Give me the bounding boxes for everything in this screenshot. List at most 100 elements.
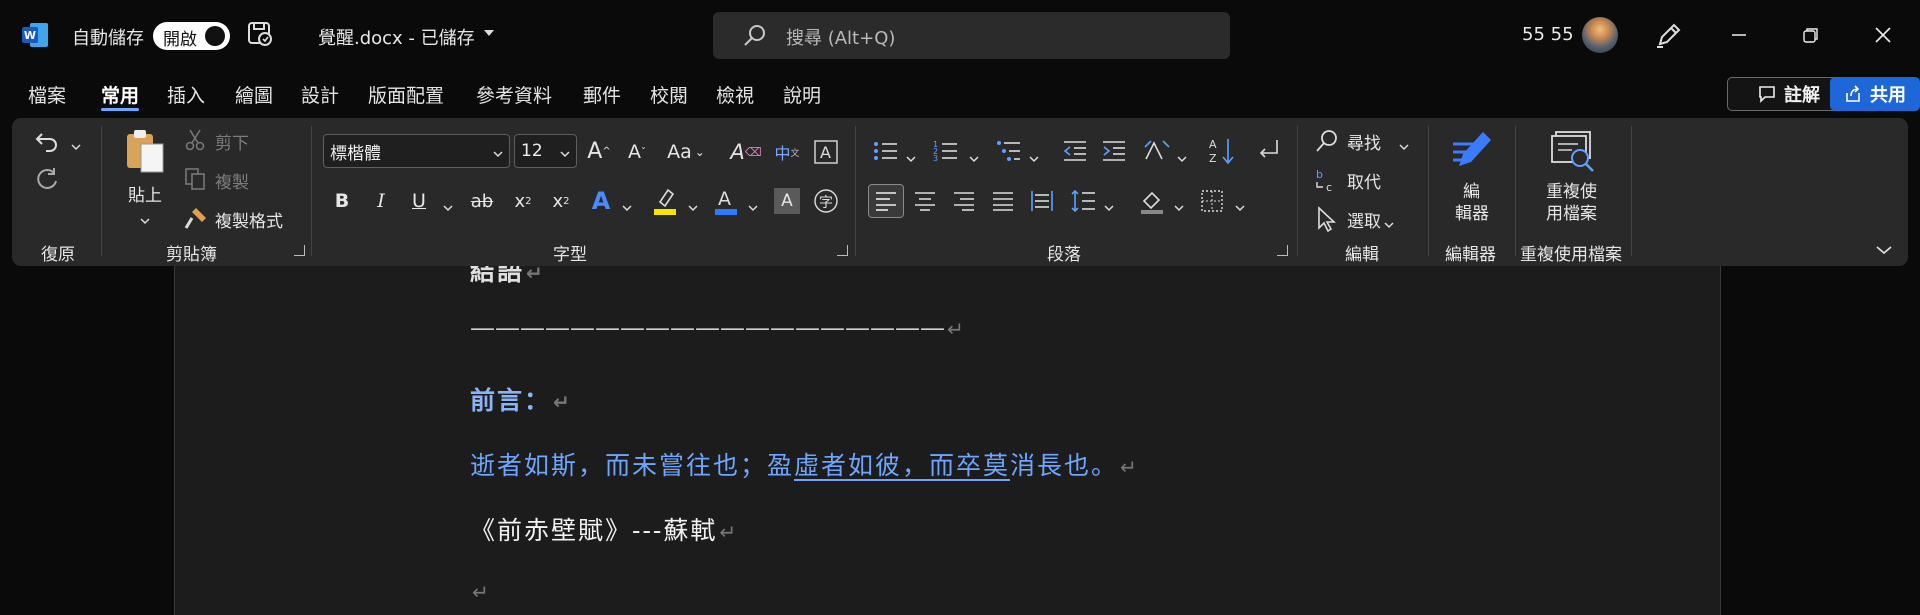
format-painter-icon[interactable] (184, 206, 208, 230)
enclose-characters-icon[interactable]: 字 (812, 187, 840, 215)
replace-label[interactable]: 取代 (1347, 168, 1381, 193)
tab-home[interactable]: 常用 (101, 81, 139, 108)
copy-icon[interactable] (184, 167, 206, 191)
share-button[interactable]: 共用 (1830, 77, 1920, 111)
shrink-font-icon[interactable]: Aˇ (624, 139, 650, 165)
align-right-icon[interactable] (950, 188, 978, 214)
scissors-icon[interactable] (184, 129, 206, 151)
paste-dropdown-icon[interactable] (140, 210, 150, 229)
text-effects-dropdown-icon[interactable] (622, 197, 632, 216)
grow-font-icon[interactable]: A ^ (585, 137, 613, 165)
find-icon[interactable] (1315, 129, 1339, 153)
pen-icon[interactable] (1654, 20, 1684, 50)
asian-layout-dropdown-icon[interactable] (1177, 148, 1187, 167)
highlighter-icon[interactable] (651, 186, 679, 216)
close-button[interactable] (1866, 18, 1900, 52)
select-dropdown-icon[interactable] (1384, 214, 1394, 233)
clear-formatting-icon[interactable]: A ⌫ (730, 139, 761, 165)
line-spacing-dropdown-icon[interactable] (1104, 197, 1114, 216)
superscript-icon[interactable]: x2 (547, 187, 575, 215)
copy-label[interactable]: 複製 (215, 168, 249, 193)
italic-icon[interactable]: I (367, 187, 395, 215)
align-center-icon[interactable] (911, 188, 939, 214)
clipboard-launcher-icon[interactable] (294, 245, 305, 256)
shading-icon[interactable] (1138, 186, 1166, 216)
tab-review[interactable]: 校閱 (650, 81, 688, 108)
editor-label-line2[interactable]: 輯器 (1455, 199, 1489, 224)
sort-icon[interactable]: AZ (1209, 136, 1237, 166)
tab-help[interactable]: 說明 (783, 81, 821, 108)
underline-dropdown-icon[interactable] (443, 197, 453, 216)
distributed-icon[interactable] (1028, 188, 1056, 214)
group-divider (1428, 126, 1429, 256)
font-launcher-icon[interactable] (837, 245, 848, 256)
bold-icon[interactable]: B (328, 187, 356, 215)
avatar[interactable] (1582, 17, 1618, 53)
numbering-icon[interactable]: 123 (932, 138, 960, 164)
tab-insert[interactable]: 插入 (167, 81, 205, 108)
cut-label[interactable]: 剪下 (215, 129, 249, 154)
subscript-icon[interactable]: x2 (509, 187, 537, 215)
tab-design[interactable]: 設計 (301, 81, 339, 108)
tab-draw[interactable]: 繪圖 (235, 81, 273, 108)
chevron-down-icon[interactable] (484, 30, 494, 36)
autosave-toggle[interactable]: 開啟 (153, 22, 230, 50)
redo-icon[interactable] (32, 165, 62, 195)
strikethrough-icon[interactable]: ab (467, 187, 497, 215)
undo-icon[interactable] (32, 126, 62, 156)
save-sync-icon[interactable] (246, 20, 274, 48)
tab-references[interactable]: 參考資料 (476, 81, 552, 108)
reuse-files-label-line2[interactable]: 用檔案 (1546, 199, 1597, 224)
tab-layout[interactable]: 版面配置 (368, 81, 444, 108)
find-label[interactable]: 尋找 (1347, 129, 1381, 154)
character-shading-icon[interactable]: A (774, 188, 800, 214)
replace-icon[interactable]: bc (1314, 167, 1340, 193)
multilevel-dropdown-icon[interactable] (1029, 148, 1039, 167)
character-border-icon[interactable]: A (812, 139, 840, 165)
font-color-icon[interactable]: A (712, 185, 740, 217)
document-title[interactable]: 覺醒.docx - 已儲存 (318, 24, 475, 50)
search-box[interactable]: 搜尋 (Alt+Q) (713, 12, 1230, 59)
select-label[interactable]: 選取 (1347, 207, 1381, 232)
align-left-icon[interactable] (872, 188, 900, 214)
minimize-button[interactable] (1722, 18, 1756, 52)
tab-mailings[interactable]: 郵件 (583, 81, 621, 108)
font-color-dropdown-icon[interactable] (748, 197, 758, 216)
borders-icon[interactable] (1198, 188, 1226, 214)
group-label-editing: 編輯 (1345, 245, 1379, 265)
font-size-combo[interactable]: 12 (514, 134, 577, 168)
asian-layout-icon[interactable] (1143, 138, 1171, 164)
user-name[interactable]: 55 55 (1522, 24, 1574, 45)
font-name-combo[interactable]: 標楷體 (323, 134, 510, 168)
select-cursor-icon[interactable] (1315, 206, 1337, 232)
increase-indent-icon[interactable] (1100, 138, 1128, 164)
paragraph-launcher-icon[interactable] (1277, 245, 1288, 256)
borders-dropdown-icon[interactable] (1235, 197, 1245, 216)
justify-icon[interactable] (989, 188, 1017, 214)
tab-file[interactable]: 檔案 (28, 81, 66, 108)
multilevel-list-icon[interactable] (995, 138, 1023, 164)
phonetic-guide-icon[interactable]: 中文 (773, 138, 801, 166)
highlight-dropdown-icon[interactable] (688, 197, 698, 216)
text-effects-icon[interactable]: A (587, 186, 615, 216)
ribbon-display-options-icon[interactable] (1876, 240, 1892, 259)
underline-icon[interactable]: U (405, 187, 433, 215)
find-dropdown-icon[interactable] (1399, 136, 1409, 155)
group-divider (1297, 126, 1298, 256)
numbering-dropdown-icon[interactable] (969, 148, 979, 167)
reuse-files-icon[interactable] (1548, 130, 1598, 174)
undo-dropdown-icon[interactable] (71, 136, 81, 155)
bullets-icon[interactable] (872, 138, 900, 164)
restore-button[interactable] (1794, 18, 1828, 52)
tab-view[interactable]: 檢視 (716, 81, 754, 108)
show-formatting-marks-icon[interactable] (1255, 136, 1283, 166)
line-spacing-icon[interactable] (1069, 188, 1097, 214)
editor-icon[interactable] (1447, 126, 1497, 176)
shading-dropdown-icon[interactable] (1174, 197, 1184, 216)
bullets-dropdown-icon[interactable] (906, 148, 916, 167)
paste-label[interactable]: 貼上 (128, 181, 162, 206)
decrease-indent-icon[interactable] (1061, 138, 1089, 164)
paste-icon[interactable] (122, 128, 170, 176)
change-case-icon[interactable]: Aa ⌄ (666, 139, 706, 165)
format-painter-label[interactable]: 複製格式 (215, 207, 283, 232)
